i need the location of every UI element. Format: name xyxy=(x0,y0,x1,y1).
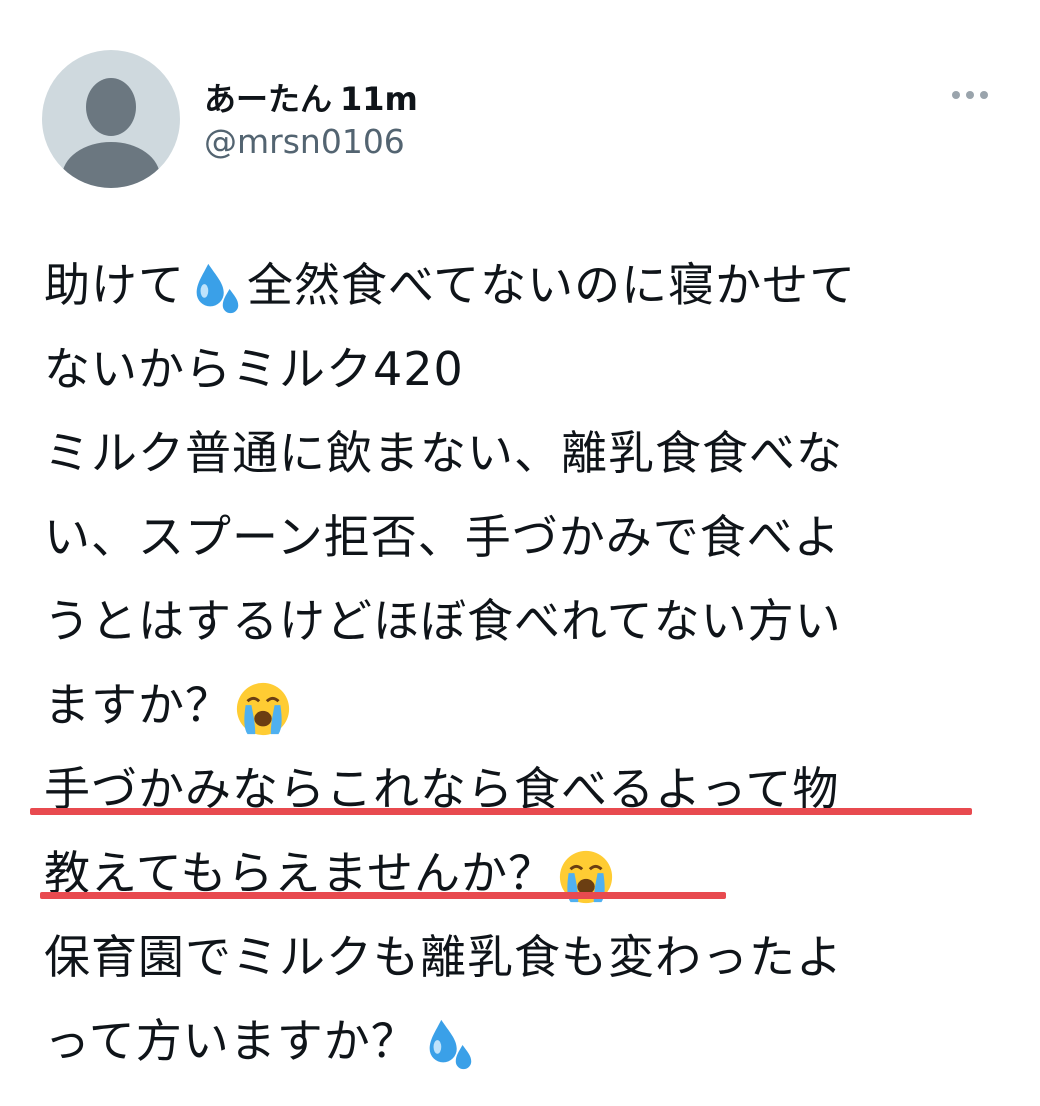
tweet-text-line: ミルク普通に飲まない、離乳食食べな xyxy=(44,418,1004,502)
text-segment: うとはするけどほぼ食べれてない方い xyxy=(44,594,842,648)
timestamp[interactable]: 11m xyxy=(340,80,418,118)
display-name[interactable]: あーたん xyxy=(204,74,332,120)
text-segment: 全然食べてないのに寝かせて xyxy=(247,258,857,312)
more-options-icon[interactable] xyxy=(946,80,994,110)
author-row: あーたん 11m xyxy=(204,74,418,120)
tweet-text-line: 保育園でミルクも離乳食も変わったよ xyxy=(44,922,1004,1006)
tweet: あーたん 11m @mrsn0106 助けて💦全然食べてないのに寝かせて ないか… xyxy=(0,0,1040,1106)
tweet-text-line: 手づかみならこれなら食べるよって物 xyxy=(44,754,1004,838)
sweat-droplets-emoji-icon xyxy=(196,263,239,313)
tweet-text-line: って方いますか？💦 xyxy=(44,1006,1004,1090)
more-dot xyxy=(980,91,988,99)
tweet-text-line: 助けて💦全然食べてないのに寝かせて xyxy=(44,250,1004,334)
tweet-text-line: ますか？😭 xyxy=(44,670,1004,754)
text-segment: 助けて xyxy=(44,258,185,312)
loudly-crying-face-emoji-icon xyxy=(236,682,290,735)
text-segment: ないからミルク420 xyxy=(44,342,464,396)
text-segment: ますか？ xyxy=(44,678,232,732)
sweat-droplets-emoji-icon xyxy=(429,1019,471,1069)
more-dot xyxy=(966,91,974,99)
red-underline-annotation xyxy=(30,808,972,815)
tweet-text-line: ないからミルク420 xyxy=(44,334,1004,418)
tweet-text-line: い、スプーン拒否、手づかみで食べよ xyxy=(44,502,1004,586)
avatar[interactable] xyxy=(42,50,180,188)
text-segment: 保育園でミルクも離乳食も変わったよ xyxy=(44,930,843,984)
avatar-body-shape xyxy=(62,142,160,188)
tweet-text-line: うとはするけどほぼ食べれてない方い xyxy=(44,586,1004,670)
handle[interactable]: @mrsn0106 xyxy=(204,122,405,161)
tweet-text-line: 教えてもらえませんか？😭 xyxy=(44,838,1004,922)
text-segment: い、スプーン拒否、手づかみで食べよ xyxy=(44,510,841,564)
avatar-head-shape xyxy=(86,78,136,136)
more-dot xyxy=(952,91,960,99)
red-underline-annotation xyxy=(40,892,726,899)
text-segment: ミルク普通に飲まない、離乳食食べな xyxy=(44,426,843,480)
text-segment: って方いますか？ xyxy=(44,1014,418,1068)
tweet-text: 助けて💦全然食べてないのに寝かせて ないからミルク420 ミルク普通に飲まない、… xyxy=(30,250,1004,1090)
